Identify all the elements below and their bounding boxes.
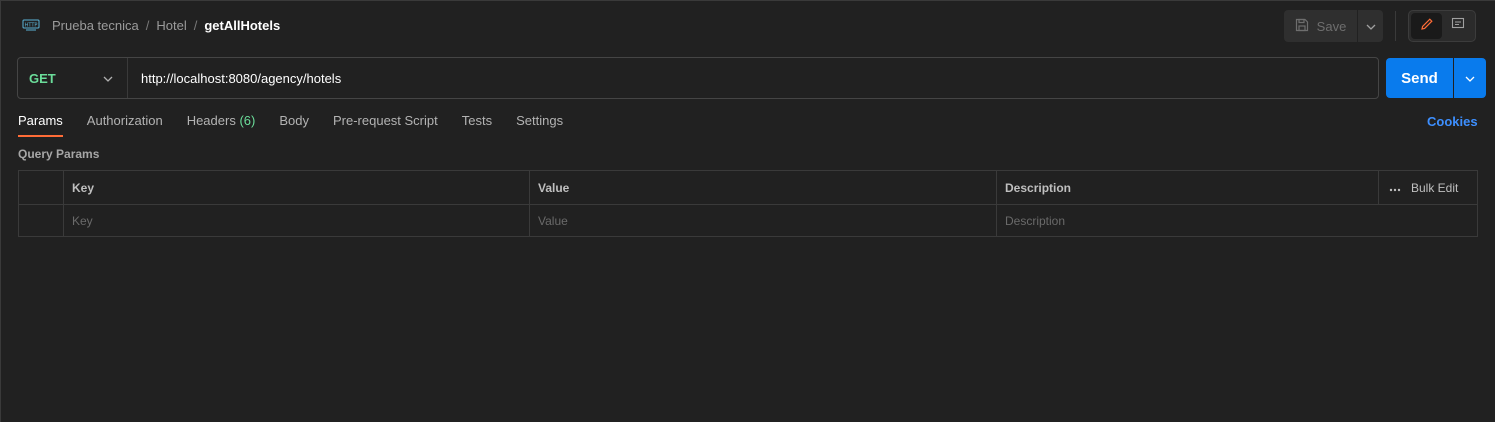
tab-headers[interactable]: Headers (6) <box>187 113 256 137</box>
request-header: HTTP Prueba tecnica / Hotel / getAllHote… <box>1 1 1495 49</box>
breadcrumb-collection[interactable]: Prueba tecnica <box>52 18 139 33</box>
save-group: Save <box>1284 10 1383 42</box>
breadcrumb: Prueba tecnica / Hotel / getAllHotels <box>52 17 280 33</box>
pencil-icon <box>1420 17 1434 36</box>
chevron-down-icon <box>103 69 113 87</box>
row-checkbox-cell <box>19 205 64 237</box>
column-header-description: Description <box>997 171 1379 204</box>
description-input[interactable]: Description <box>997 205 1477 237</box>
tab-body[interactable]: Body <box>279 113 309 137</box>
send-button[interactable]: Send <box>1386 58 1453 98</box>
key-input[interactable]: Key <box>64 205 530 237</box>
more-horizontal-icon[interactable] <box>1389 181 1401 195</box>
table-row: Key Value Description <box>19 204 1477 237</box>
save-label: Save <box>1316 18 1347 34</box>
method-select[interactable]: GET <box>18 58 128 98</box>
headers-count: (6) <box>239 113 256 128</box>
breadcrumb-separator: / <box>145 17 150 33</box>
chevron-down-icon <box>1366 17 1376 35</box>
query-params-title: Query Params <box>18 147 100 161</box>
tab-prerequest-script[interactable]: Pre-request Script <box>333 113 438 137</box>
value-input[interactable]: Value <box>530 205 997 237</box>
send-group: Send <box>1386 58 1486 98</box>
tab-tests[interactable]: Tests <box>462 113 492 137</box>
save-icon <box>1295 18 1309 35</box>
save-button[interactable]: Save <box>1284 10 1357 42</box>
divider <box>1395 11 1396 41</box>
svg-text:HTTP: HTTP <box>25 23 38 29</box>
comments-button[interactable] <box>1442 13 1473 39</box>
http-icon: HTTP <box>22 17 40 33</box>
send-options-button[interactable] <box>1454 58 1486 98</box>
tab-headers-label: Headers <box>186 113 236 128</box>
tab-settings[interactable]: Settings <box>516 113 563 137</box>
bulk-edit-button[interactable]: Bulk Edit <box>1411 181 1458 195</box>
cookies-link[interactable]: Cookies <box>1427 114 1478 129</box>
breadcrumb-separator: / <box>193 17 198 33</box>
tab-authorization[interactable]: Authorization <box>87 113 163 137</box>
tab-params[interactable]: Params <box>18 113 63 137</box>
edit-mode-button[interactable] <box>1411 13 1442 39</box>
request-name[interactable]: getAllHotels <box>204 18 280 33</box>
table-actions: Bulk Edit <box>1379 171 1477 204</box>
checkbox-column-header <box>19 171 64 204</box>
comment-icon <box>1451 17 1465 36</box>
request-editor: HTTP Prueba tecnica / Hotel / getAllHote… <box>0 0 1495 422</box>
save-options-button[interactable] <box>1358 10 1383 42</box>
column-header-value: Value <box>530 171 997 204</box>
query-params-table: Key Value Description Bulk Edit Key Valu… <box>18 170 1478 237</box>
breadcrumb-folder[interactable]: Hotel <box>156 18 186 33</box>
method-label: GET <box>29 70 56 86</box>
chevron-down-icon <box>1465 69 1475 87</box>
url-bar: GET http://localhost:8080/agency/hotels <box>17 57 1379 99</box>
url-input[interactable]: http://localhost:8080/agency/hotels <box>128 71 341 86</box>
column-header-key: Key <box>64 171 530 204</box>
request-tabs: Params Authorization Headers (6) Body Pr… <box>18 113 587 139</box>
view-mode-toggle <box>1408 10 1476 42</box>
table-header-row: Key Value Description Bulk Edit <box>19 171 1477 204</box>
